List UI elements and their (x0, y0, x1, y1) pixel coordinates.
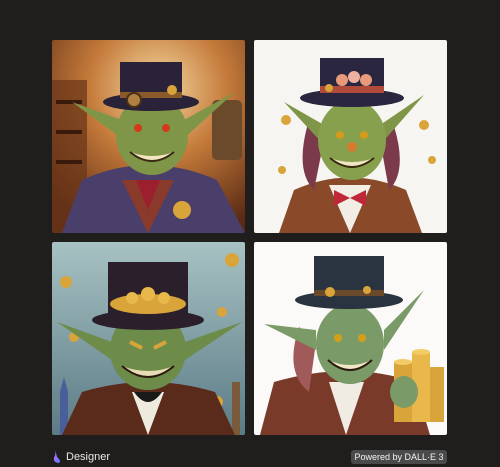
goblin-portrait-library-image (52, 40, 245, 233)
generated-image-4[interactable] (254, 242, 447, 435)
powered-by-badge[interactable]: Powered by DALL·E 3 (351, 450, 447, 464)
goblin-portrait-bowtie-image (254, 40, 447, 233)
goblin-portrait-coins-hat-image (52, 242, 245, 435)
designer-label: Designer (66, 451, 111, 463)
image-generation-result: Designer Powered by DALL·E 3 (0, 0, 500, 467)
designer-brand[interactable]: Designer (52, 449, 110, 465)
goblin-portrait-coin-stack-image (254, 242, 447, 435)
generated-image-2[interactable] (254, 40, 447, 233)
generated-image-1[interactable] (52, 40, 245, 233)
generated-image-3[interactable] (52, 242, 245, 435)
designer-logo-icon (52, 451, 62, 463)
